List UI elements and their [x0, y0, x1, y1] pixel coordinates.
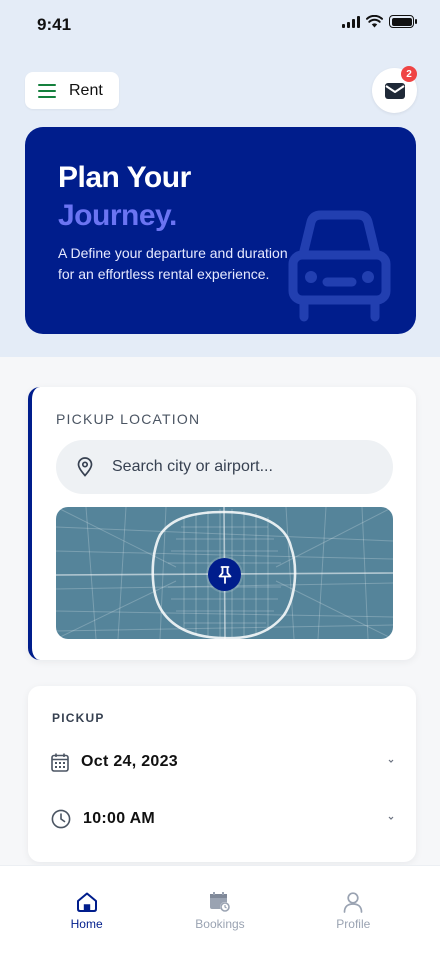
pickup-location-label: PICKUP LOCATION — [56, 411, 201, 427]
nav-bookings-label: Bookings — [195, 917, 245, 931]
hero-title: Plan Your — [58, 161, 191, 194]
nav-profile-label: Profile — [336, 917, 371, 931]
calendar-icon — [51, 753, 69, 772]
pickup-datetime-card: PICKUP Oct 24, 2023 10:00 AM — [28, 686, 416, 862]
pickup-date-value: Oct 24, 2023 — [81, 753, 178, 770]
pickup-time-value: 10:00 AM — [83, 810, 156, 827]
mail-icon — [384, 82, 405, 99]
pickup-label: PICKUP — [52, 711, 105, 725]
pickup-date-select[interactable]: Oct 24, 2023 — [51, 749, 396, 775]
chevron-down-icon — [388, 816, 394, 820]
hero-description: A Define your departure and duration for… — [58, 245, 288, 282]
pickup-time-select[interactable]: 10:00 AM — [51, 806, 396, 832]
car-icon — [288, 210, 391, 322]
status-bar: 9:41 — [0, 0, 440, 50]
pickup-location-card: PICKUP LOCATION — [28, 387, 416, 660]
wifi-icon — [366, 15, 383, 28]
chevron-down-icon — [388, 759, 394, 763]
notification-badge: 2 — [401, 66, 417, 82]
app-header: Rent 2 — [0, 66, 440, 113]
nav-home-label: Home — [70, 917, 103, 931]
nav-bookings[interactable]: Bookings — [170, 866, 270, 956]
home-icon — [76, 892, 97, 912]
inbox-button[interactable]: 2 — [372, 66, 417, 113]
map-marker[interactable] — [208, 558, 241, 591]
hamburger-icon — [38, 83, 56, 98]
map-pin-icon — [77, 457, 93, 477]
hero-title-accent: Journey. — [58, 199, 177, 232]
nav-home[interactable]: Home — [37, 866, 137, 956]
menu-button[interactable]: Rent — [25, 72, 119, 109]
clock-icon — [51, 809, 71, 829]
bottom-navigation: Home Bookings Profile — [0, 865, 440, 956]
location-search[interactable] — [56, 440, 393, 494]
pushpin-icon — [218, 565, 231, 584]
menu-label: Rent — [69, 81, 103, 99]
location-search-input[interactable] — [112, 458, 362, 476]
user-icon — [343, 892, 363, 913]
hero-banner: Plan Your Journey. A Define your departu… — [25, 127, 416, 334]
signal-icon — [342, 15, 360, 28]
calendar-clock-icon — [209, 892, 230, 912]
battery-icon — [389, 15, 417, 28]
status-icons — [342, 15, 417, 28]
status-time: 9:41 — [37, 15, 72, 34]
nav-profile[interactable]: Profile — [303, 866, 403, 956]
location-map[interactable] — [56, 507, 393, 639]
